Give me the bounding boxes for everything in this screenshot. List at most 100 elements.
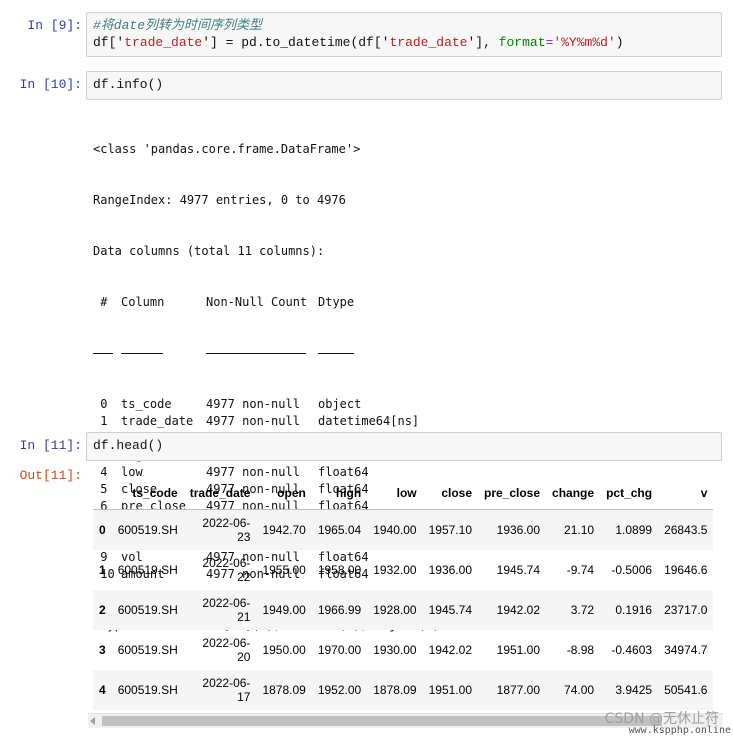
table-cell: 1877.00 bbox=[496, 682, 541, 697]
table-cell: -0.5006 bbox=[611, 562, 653, 577]
table-cell: -0.4603 bbox=[611, 642, 653, 657]
info-header-row: # Column Non-Null Count Dtype bbox=[93, 294, 723, 311]
code-editor[interactable]: df.head() bbox=[86, 432, 722, 461]
info-header-column: Column bbox=[121, 295, 165, 309]
info-num: 1 bbox=[93, 414, 108, 428]
table-row: 1 600519.SH 2022-06-22 1955.00 1958.00 1932.0… bbox=[93, 550, 713, 590]
output-prompt: Out[11]: bbox=[19, 468, 82, 483]
column-header: low bbox=[367, 477, 423, 510]
table-cell: 74.00 bbox=[564, 682, 595, 697]
table-row: 3 600519.SH 2022-06-20 1950.00 1970.00 1930.0… bbox=[93, 630, 713, 670]
table-cell: 1930.00 bbox=[373, 642, 417, 657]
column-header: change bbox=[546, 477, 601, 510]
input-prompt: In [11]: bbox=[19, 438, 82, 453]
code-string: '%Y%m%d' bbox=[553, 35, 616, 50]
row-index: 4 bbox=[99, 682, 106, 697]
rule bbox=[121, 353, 163, 354]
table-cell: 2022-06-17 bbox=[202, 675, 251, 704]
table-cell: 1951.00 bbox=[496, 642, 541, 657]
code-text: ) bbox=[615, 35, 624, 50]
rule bbox=[93, 353, 113, 354]
table-cell: 1945.74 bbox=[428, 602, 472, 617]
column-header: open bbox=[256, 477, 312, 510]
table-cell: 600519.SH bbox=[117, 642, 178, 657]
table-cell: 23717.0 bbox=[664, 602, 708, 617]
table-cell: 34974.7 bbox=[664, 642, 708, 657]
table-header-row: ts_code trade_date open high low close pre_clo… bbox=[93, 477, 714, 510]
code-text: '] = pd.to_datetime(df[' bbox=[202, 35, 390, 50]
table-cell: 1951.00 bbox=[428, 682, 472, 697]
table-cell: 600519.SH bbox=[117, 682, 178, 697]
table-cell: 1878.09 bbox=[373, 682, 417, 697]
table-row: 0 600519.SH 2022-06-23 1942.70 1965.04 1940.0… bbox=[93, 509, 714, 550]
table-cell: 1958.00 bbox=[317, 562, 362, 577]
output-line: RangeIndex: 4977 entries, 0 to 4976 bbox=[93, 193, 346, 207]
info-header-nonnull: Non-Null Count bbox=[206, 295, 308, 309]
code-comment: #将date列转为时间序列类型 bbox=[93, 18, 263, 33]
watermark-site: www.kspphp.online bbox=[628, 725, 731, 736]
rule bbox=[318, 353, 354, 354]
table-cell: 26843.5 bbox=[664, 522, 708, 537]
table-cell: 1966.99 bbox=[317, 602, 362, 617]
info-column: trade_date bbox=[121, 414, 194, 428]
column-header: pct_chg bbox=[600, 477, 659, 510]
table-cell: 1928.00 bbox=[373, 602, 417, 617]
table-cell: 21.10 bbox=[564, 522, 595, 537]
table-cell: 19646.6 bbox=[664, 562, 708, 577]
info-header-num: # bbox=[93, 295, 108, 309]
table-cell: 2022-06-22 bbox=[202, 555, 251, 584]
code-keyword: format bbox=[498, 35, 546, 50]
dataframe-table: ts_code trade_date open high low close pre_clo… bbox=[93, 477, 714, 710]
info-dtype: datetime64[ns] bbox=[318, 414, 420, 428]
info-nonnull: 4977 non-null bbox=[206, 414, 300, 428]
table-cell: 1.0899 bbox=[615, 522, 653, 537]
table-body: 0 600519.SH 2022-06-23 1942.70 1965.04 1940.0… bbox=[93, 509, 714, 710]
table-cell: 1936.00 bbox=[428, 562, 472, 577]
info-dtype: object bbox=[318, 397, 362, 411]
table-cell: 1957.10 bbox=[428, 522, 472, 537]
info-column: ts_code bbox=[121, 397, 172, 411]
table-cell: 1952.00 bbox=[317, 682, 362, 697]
table-cell: 1955.00 bbox=[262, 562, 306, 577]
info-row: 1 trade_date 4977 non-null datetime64[ns] bbox=[93, 413, 723, 430]
info-row: 0 ts_code 4977 non-null object bbox=[93, 396, 723, 413]
code-editor[interactable]: #将date列转为时间序列类型 df['trade_date'] = pd.to… bbox=[86, 12, 722, 57]
code-text: df[' bbox=[93, 35, 125, 50]
info-rule-row bbox=[93, 345, 723, 362]
scrollbar-thumb[interactable] bbox=[102, 716, 662, 726]
table-cell: 1942.02 bbox=[496, 602, 541, 617]
row-index: 0 bbox=[99, 522, 106, 537]
table-cell: 0.1916 bbox=[615, 602, 653, 617]
table-cell: 1942.02 bbox=[428, 642, 472, 657]
table-row: 4 600519.SH 2022-06-17 1878.09 1952.00 1878.0… bbox=[93, 669, 714, 710]
table-cell: 1936.00 bbox=[496, 522, 541, 537]
column-header: trade_date bbox=[183, 477, 257, 510]
code-text: '], bbox=[467, 35, 499, 50]
table-cell: 2022-06-23 bbox=[202, 515, 251, 544]
info-header-dtype: Dtype bbox=[318, 295, 355, 309]
row-index: 2 bbox=[99, 602, 106, 617]
column-header: high bbox=[311, 477, 368, 510]
rule bbox=[206, 353, 306, 354]
column-header: close bbox=[422, 477, 478, 510]
table-cell: 2022-06-21 bbox=[202, 595, 251, 624]
code-text: df.info() bbox=[93, 77, 164, 92]
table-cell: 3.72 bbox=[570, 602, 595, 617]
table-cell: 1950.00 bbox=[262, 642, 306, 657]
row-index: 3 bbox=[99, 642, 106, 657]
table-cell: 600519.SH bbox=[117, 562, 178, 577]
column-header: v bbox=[658, 477, 714, 510]
table-cell: 1965.04 bbox=[317, 522, 362, 537]
table-cell: 3.9425 bbox=[615, 682, 653, 697]
table-cell: 600519.SH bbox=[117, 522, 178, 537]
code-editor[interactable]: df.info() bbox=[86, 71, 722, 100]
output-line: <class 'pandas.core.frame.DataFrame'> bbox=[93, 142, 361, 156]
scroll-left-arrow-icon[interactable] bbox=[90, 717, 95, 725]
row-index: 1 bbox=[99, 562, 106, 577]
table-cell: -8.98 bbox=[566, 642, 595, 657]
code-text: df.head() bbox=[93, 438, 164, 453]
table-cell: 1945.74 bbox=[496, 562, 541, 577]
table-cell: 50541.6 bbox=[664, 682, 708, 697]
table-cell: 1970.00 bbox=[317, 642, 362, 657]
info-num: 0 bbox=[93, 397, 108, 411]
